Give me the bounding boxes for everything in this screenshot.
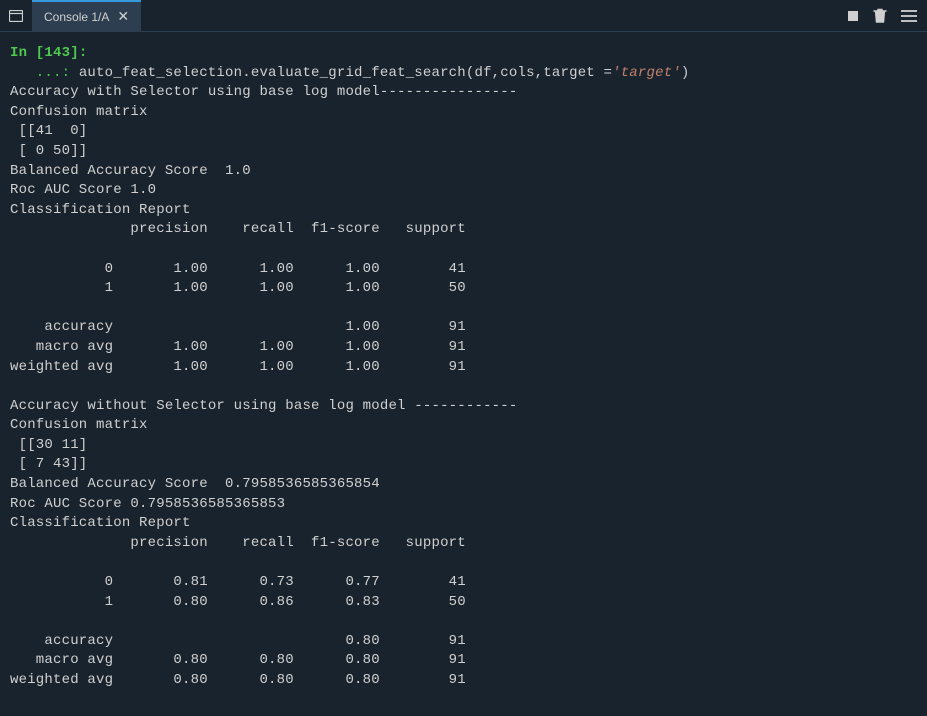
window-icon[interactable] [0, 0, 32, 32]
menu-icon[interactable] [901, 10, 917, 22]
tab-bar: Console 1/A ✕ [0, 0, 927, 32]
output-line: accuracy 0.80 91 [10, 633, 466, 649]
string-literal: 'target' [612, 65, 681, 81]
output-line: 0 1.00 1.00 1.00 41 [10, 261, 466, 277]
output-line: Balanced Accuracy Score 1.0 [10, 163, 251, 179]
output-line: [ 7 43]] [10, 456, 87, 472]
output-line: Confusion matrix [10, 104, 148, 120]
output-line: Balanced Accuracy Score 0.79585365853658… [10, 476, 380, 492]
output-line: accuracy 1.00 91 [10, 319, 466, 335]
tab-actions [847, 8, 927, 24]
output-line: Classification Report [10, 515, 191, 531]
output-line: [[30 11] [10, 437, 87, 453]
code-suffix: ) [681, 65, 690, 81]
output-line: precision recall f1-score support [10, 221, 466, 237]
output-line: Roc AUC Score 0.7958536585365853 [10, 496, 285, 512]
prompt-number: 143 [44, 45, 70, 61]
output-line: [[41 0] [10, 123, 87, 139]
code-text: auto_feat_selection.evaluate_grid_feat_s… [79, 65, 612, 81]
output-line: weighted avg 1.00 1.00 1.00 91 [10, 359, 466, 375]
prompt-continuation: ...: [10, 65, 79, 81]
output-line: Accuracy without Selector using base log… [10, 398, 517, 414]
trash-icon[interactable] [873, 8, 887, 24]
output-line: 1 0.80 0.86 0.83 50 [10, 594, 466, 610]
output-line: [ 0 50]] [10, 143, 87, 159]
output-line: Confusion matrix [10, 417, 148, 433]
tab-label: Console 1/A [44, 10, 109, 24]
prompt-in: In [ [10, 45, 44, 61]
stop-icon[interactable] [847, 10, 859, 22]
output-line: macro avg 1.00 1.00 1.00 91 [10, 339, 466, 355]
output-line: weighted avg 0.80 0.80 0.80 91 [10, 672, 466, 688]
output-line: 0 0.81 0.73 0.77 41 [10, 574, 466, 590]
console-output[interactable]: In [143]: ...: auto_feat_selection.evalu… [0, 32, 927, 703]
output-line: Classification Report [10, 202, 191, 218]
output-line: precision recall f1-score support [10, 535, 466, 551]
output-line: 1 1.00 1.00 1.00 50 [10, 280, 466, 296]
output-line: Roc AUC Score 1.0 [10, 182, 156, 198]
close-icon[interactable]: ✕ [117, 8, 129, 25]
prompt-close: ]: [70, 45, 87, 61]
tab-console[interactable]: Console 1/A ✕ [32, 0, 141, 32]
output-line: Accuracy with Selector using base log mo… [10, 84, 517, 100]
output-line: macro avg 0.80 0.80 0.80 91 [10, 652, 466, 668]
